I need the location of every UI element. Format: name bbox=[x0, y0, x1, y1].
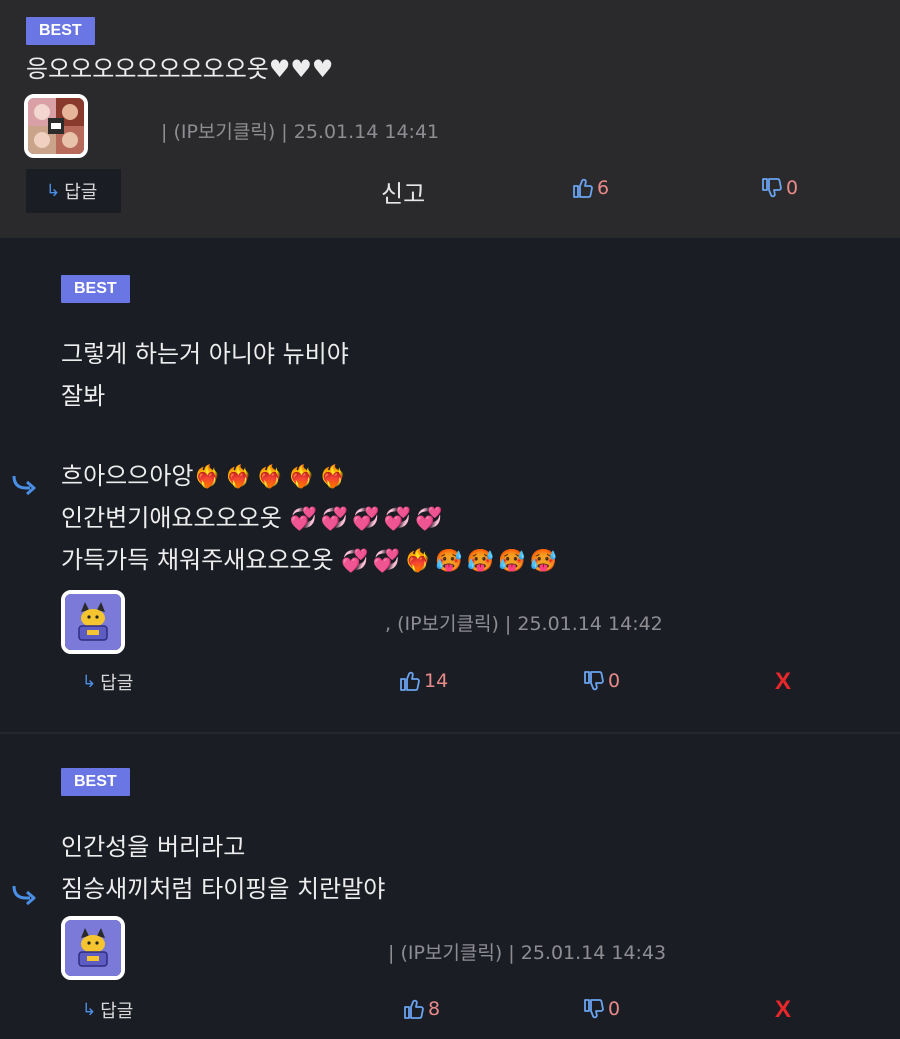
comment-3: BEST 인간성을 버리라고 짐승새끼처럼 타이핑을 치란말야 | (IP보기클… bbox=[0, 732, 900, 1039]
reply-arrow-icon: ↳ bbox=[46, 181, 61, 201]
comment-line-text: 인간변기애요오오오옷 bbox=[61, 504, 282, 532]
comment-text: 응오오오오오오오오오옷♥♥♥ bbox=[26, 48, 333, 90]
reply-button[interactable]: ↳ 답글 bbox=[82, 660, 133, 704]
reply-arrow-icon: ↳ bbox=[82, 1000, 97, 1020]
upvote-button[interactable]: 14 bbox=[398, 669, 448, 693]
delete-button[interactable]: X bbox=[775, 996, 791, 1024]
downvote-count: 0 bbox=[786, 177, 799, 199]
comment-line: 인간변기애요오오오옷 💞💞💞💞💞 bbox=[61, 497, 561, 539]
reply-label: 답글 bbox=[100, 1001, 134, 1022]
comment-line-text: 흐아으으아앙 bbox=[61, 462, 194, 490]
hot-face-emoji: 💞💞❤️‍🔥🥵🥵🥵🥵 bbox=[341, 549, 561, 574]
nested-reply-arrow-icon bbox=[12, 475, 36, 496]
character-avatar-image bbox=[65, 594, 121, 650]
comment-2: BEST 그렇게 하는거 아니야 뉴비야 잘봐 흐아으으아앙❤️‍🔥❤️‍🔥❤️… bbox=[0, 238, 900, 732]
comment-meta[interactable]: | (IP보기클릭) | 25.01.14 14:41 bbox=[161, 117, 439, 144]
upvote-button[interactable]: 6 bbox=[571, 176, 609, 200]
downvote-button[interactable]: 0 bbox=[582, 997, 620, 1021]
comment-meta[interactable]: | (IP보기클릭) | 25.01.14 14:43 bbox=[388, 938, 666, 965]
comment-line: 잘봐 bbox=[61, 382, 106, 410]
comment-meta[interactable]: , (IP보기클릭) | 25.01.14 14:42 bbox=[385, 609, 663, 636]
comment-line: 짐승새끼처럼 타이핑을 치란말야 bbox=[61, 875, 386, 903]
reply-label: 답글 bbox=[100, 673, 134, 694]
avatar[interactable] bbox=[24, 94, 88, 158]
comment-line: 인간성을 버리라고 bbox=[61, 833, 246, 861]
downvote-button[interactable]: 0 bbox=[582, 669, 620, 693]
thumbs-up-icon bbox=[404, 999, 424, 1019]
comment-line-blank bbox=[61, 417, 561, 455]
revolving-hearts-emoji: 💞💞💞💞💞 bbox=[289, 507, 447, 532]
reply-button[interactable]: ↳ 답글 bbox=[82, 988, 133, 1032]
anime-collage-avatar-image bbox=[28, 98, 84, 154]
downvote-button[interactable]: 0 bbox=[760, 176, 798, 200]
reply-button[interactable]: ↳ 답글 bbox=[26, 169, 122, 213]
downvote-count: 0 bbox=[608, 670, 621, 692]
thumbs-up-icon bbox=[400, 671, 420, 691]
report-button[interactable]: 신고 bbox=[381, 174, 425, 209]
upvote-count: 14 bbox=[424, 670, 449, 692]
comment-text: 인간성을 버리라고 짐승새끼처럼 타이핑을 치란말야 bbox=[61, 826, 385, 910]
reply-arrow-icon: ↳ bbox=[82, 672, 97, 692]
comment-1: BEST 응오오오오오오오오오옷♥♥♥ | (IP보기클릭) | 25.01.1… bbox=[0, 0, 900, 238]
reply-label: 답글 bbox=[64, 182, 98, 203]
fire-heart-emoji: ❤️‍🔥❤️‍🔥❤️‍🔥❤️‍🔥❤️‍🔥 bbox=[193, 465, 351, 490]
best-badge: BEST bbox=[61, 275, 130, 303]
thumbs-up-icon bbox=[573, 178, 593, 198]
nested-reply-arrow-icon bbox=[12, 885, 36, 906]
downvote-count: 0 bbox=[608, 998, 621, 1020]
comment-line: 응오오오오오오오오오옷♥♥♥ bbox=[26, 55, 334, 83]
best-badge: BEST bbox=[61, 768, 130, 796]
comment-text: 그렇게 하는거 아니야 뉴비야 잘봐 흐아으으아앙❤️‍🔥❤️‍🔥❤️‍🔥❤️‍… bbox=[61, 333, 561, 581]
thumbs-down-icon bbox=[584, 671, 604, 691]
best-badge: BEST bbox=[26, 17, 95, 45]
comment-line: 가득가득 채워주새요오오옷 💞💞❤️‍🔥🥵🥵🥵🥵 bbox=[61, 539, 561, 581]
comment-line: 그렇게 하는거 아니야 뉴비야 bbox=[61, 340, 349, 368]
upvote-count: 8 bbox=[428, 998, 441, 1020]
comment-line: 흐아으으아앙❤️‍🔥❤️‍🔥❤️‍🔥❤️‍🔥❤️‍🔥 bbox=[61, 455, 561, 497]
thumbs-down-icon bbox=[762, 178, 782, 198]
avatar[interactable] bbox=[61, 590, 125, 654]
character-avatar-image bbox=[65, 920, 121, 976]
thumbs-down-icon bbox=[584, 999, 604, 1019]
upvote-button[interactable]: 8 bbox=[402, 997, 440, 1021]
upvote-count: 6 bbox=[597, 177, 610, 199]
comment-line-text: 가득가득 채워주새요오오옷 bbox=[61, 546, 334, 574]
delete-button[interactable]: X bbox=[775, 668, 791, 696]
avatar[interactable] bbox=[61, 916, 125, 980]
